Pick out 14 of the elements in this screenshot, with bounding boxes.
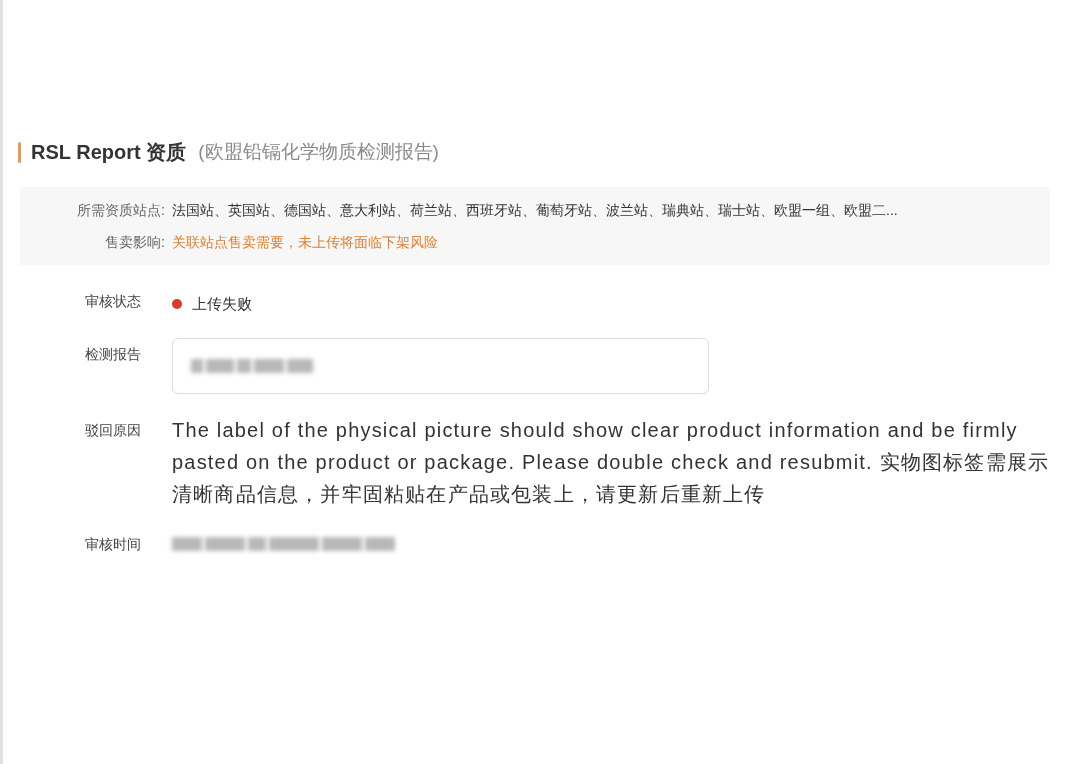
field-label: 检测报告: [84, 344, 142, 364]
field-label: 审核状态: [84, 292, 142, 311]
accent-bar-icon: [18, 141, 21, 163]
reject-reason-text: The label of the physical picture should show clear product information and be firmly pasted on the product or package. Please double check and resubmit. 实物图标签需展示清晰商品信息，并牢固粘贴在产品或包装上，请更新后重新上传: [172, 417, 1051, 507]
file-field[interactable]: [172, 337, 709, 394]
field-label: 审核时间: [84, 534, 142, 554]
section-title: RSL Report 资质: [31, 140, 187, 165]
field-label: 驳回原因: [84, 420, 142, 440]
notice-label: 所需资质站点:: [76, 201, 165, 220]
notice-value: 法国站、英国站、德国站、意大利站、荷兰站、西班牙站、葡萄牙站、波兰站、瑞典站、瑞士站、欧盟一组、欧盟二...: [172, 201, 898, 220]
notice-value: 关联站点售卖需要，未上传将面临下架风险: [172, 233, 438, 252]
notice-label: 售卖影响:: [104, 233, 165, 252]
section-subtitle: (欧盟铅镉化学物质检测报告): [198, 139, 439, 164]
status-text: 上传失败: [192, 294, 252, 314]
